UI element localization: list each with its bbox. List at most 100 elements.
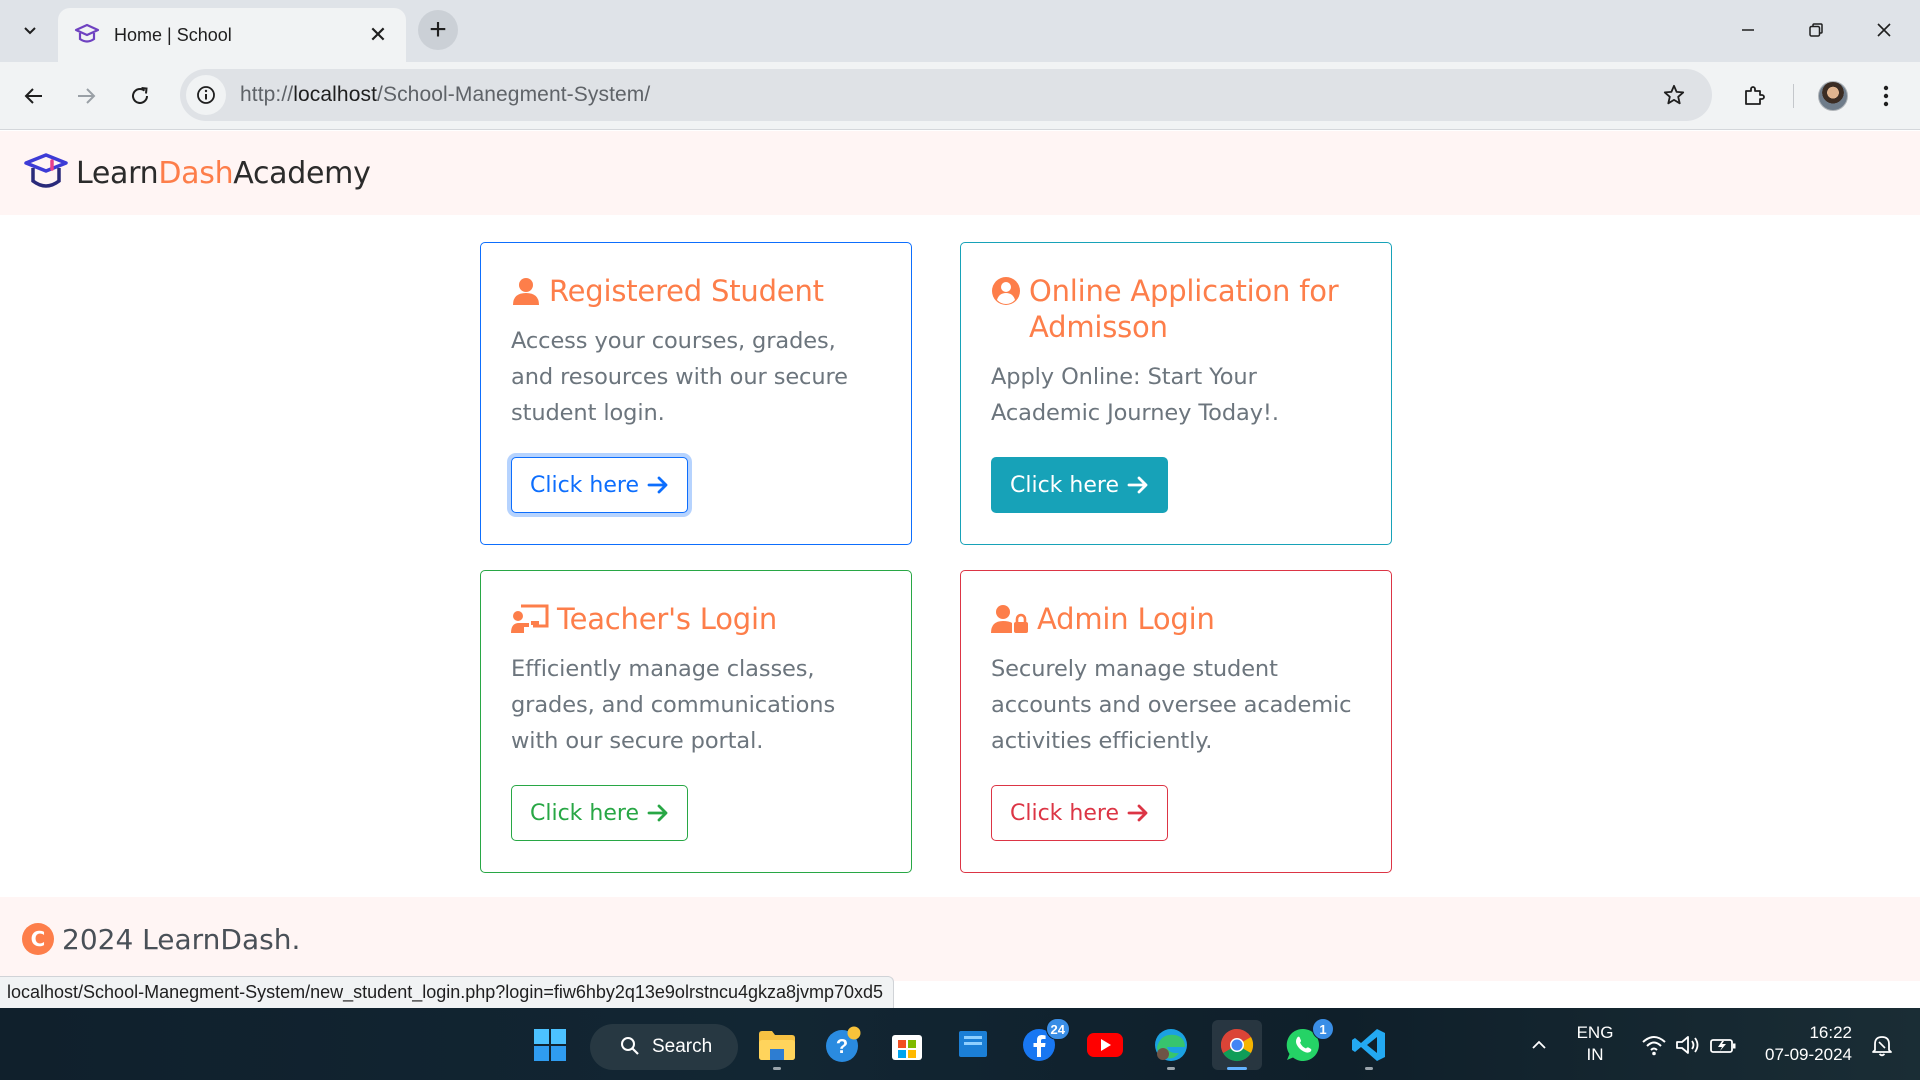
- copyright-icon: C: [22, 923, 54, 955]
- minimize-button[interactable]: [1728, 14, 1768, 46]
- graduation-cap-logo-icon[interactable]: [22, 149, 70, 197]
- back-button[interactable]: [14, 76, 54, 116]
- user-lock-icon: [991, 605, 1028, 633]
- arrow-right-icon: [647, 804, 668, 822]
- brand-name[interactable]: LearnDashAcademy: [76, 156, 371, 191]
- card-title-row: Online Application for Admisson: [991, 273, 1361, 345]
- profile-avatar[interactable]: [1818, 81, 1848, 111]
- store-icon: [892, 1035, 922, 1060]
- taskbar-notes-app[interactable]: [948, 1020, 998, 1070]
- info-icon: [197, 86, 215, 104]
- running-indicator: [773, 1067, 781, 1070]
- clock[interactable]: 16:22 07-09-2024: [1756, 1022, 1852, 1066]
- notification-bell-icon: [1872, 1036, 1892, 1057]
- taskbar-file-explorer[interactable]: [752, 1020, 802, 1070]
- chalkboard-teacher-icon: [511, 604, 549, 633]
- close-window-button[interactable]: [1864, 14, 1904, 46]
- link-status-bubble: localhost/School-Manegment-System/new_st…: [0, 976, 895, 1009]
- taskbar-microsoft-store[interactable]: [882, 1020, 932, 1070]
- taskbar-whatsapp[interactable]: 1: [1278, 1018, 1334, 1070]
- youtube-icon: [1087, 1033, 1123, 1057]
- online-application-click-button[interactable]: Click here: [991, 457, 1168, 513]
- button-label: Click here: [1010, 800, 1119, 826]
- taskbar-vscode[interactable]: [1344, 1020, 1394, 1070]
- windows-logo-icon: [534, 1029, 566, 1061]
- card-description: Apply Online: Start Your Academic Journe…: [991, 364, 1279, 426]
- card-description: Access your courses, grades, and resourc…: [511, 328, 848, 426]
- card-description: Securely manage student accounts and ove…: [991, 656, 1352, 754]
- taskbar-search[interactable]: Search: [590, 1024, 738, 1070]
- bookmark-button[interactable]: [1654, 75, 1694, 115]
- taskbar-youtube[interactable]: [1080, 1020, 1130, 1070]
- extensions-button[interactable]: [1734, 76, 1774, 116]
- language-indicator[interactable]: ENG IN: [1570, 1022, 1620, 1066]
- card-title: Teacher's Login: [557, 602, 778, 636]
- online-application-card: Online Application for Admisson Apply On…: [960, 242, 1392, 545]
- taskbar-facebook[interactable]: 24: [1014, 1018, 1070, 1070]
- tab-close-icon[interactable]: ✕: [366, 23, 390, 47]
- search-icon: [621, 1037, 639, 1055]
- taskbar-edge-profile[interactable]: [1146, 1020, 1196, 1070]
- address-bar[interactable]: http://localhost/School-Manegment-System…: [180, 69, 1712, 121]
- whatsapp-notification-badge: 1: [1312, 1018, 1334, 1040]
- reload-button[interactable]: [120, 76, 160, 116]
- folder-icon: [759, 1031, 795, 1060]
- card-title-row: Registered Student: [511, 273, 881, 309]
- button-label: Click here: [530, 800, 639, 826]
- restore-button[interactable]: [1796, 14, 1836, 46]
- registered-student-click-button[interactable]: Click here: [511, 457, 688, 513]
- site-info-button[interactable]: [186, 75, 226, 115]
- card-title: Registered Student: [549, 274, 824, 308]
- language-line-2: IN: [1586, 1045, 1604, 1064]
- help-icon: ?: [826, 1026, 861, 1062]
- arrow-left-icon: [24, 88, 42, 104]
- taskbar-get-help[interactable]: ?: [818, 1020, 868, 1070]
- button-label: Click here: [530, 472, 639, 498]
- start-button[interactable]: [525, 1020, 575, 1070]
- registered-student-card: Registered Student Access your courses, …: [480, 242, 912, 545]
- url-scheme: http://: [240, 83, 294, 106]
- notifications-button[interactable]: [1862, 1020, 1902, 1070]
- url-host: localhost: [293, 83, 378, 106]
- site-header: LearnDashAcademy: [0, 131, 1920, 215]
- admin-login-click-button[interactable]: Click here: [991, 785, 1168, 841]
- site-footer: C 2024 LearnDash.: [0, 897, 1920, 981]
- volume-icon: [1676, 1036, 1699, 1054]
- browser-tab-active[interactable]: Home | School ✕: [58, 8, 406, 62]
- clock-date: 07-09-2024: [1765, 1045, 1852, 1064]
- admin-login-card: Admin Login Securely manage student acco…: [960, 570, 1392, 873]
- active-indicator: [1227, 1067, 1247, 1070]
- new-tab-button[interactable]: +: [418, 10, 458, 50]
- card-title: Online Application for Admisson: [1029, 274, 1339, 344]
- tab-title: Home | School: [114, 24, 232, 45]
- brand-part-academy: Academy: [233, 155, 371, 191]
- clock-time: 16:22: [1809, 1023, 1852, 1042]
- quick-settings-button[interactable]: [1624, 1020, 1754, 1070]
- windows-taskbar: Search ? 24 1 ENG IN 16:22 07-09-2024: [0, 1008, 1920, 1080]
- brand-part-learn: Learn: [76, 155, 159, 191]
- chrome-icon: [1220, 1029, 1254, 1062]
- arrow-right-icon: [78, 88, 96, 104]
- reload-icon: [132, 87, 148, 104]
- running-indicator: [1167, 1067, 1175, 1070]
- running-indicator: [1365, 1067, 1373, 1070]
- card-title-row: Admin Login: [991, 601, 1361, 637]
- tab-search-button[interactable]: [12, 12, 48, 48]
- browser-menu-button[interactable]: [1868, 76, 1904, 116]
- star-icon: [1663, 84, 1685, 105]
- chevron-up-icon: [1532, 1040, 1546, 1049]
- search-label: Search: [652, 1036, 713, 1057]
- card-description: Efficiently manage classes, grades, and …: [511, 656, 836, 754]
- taskbar-chrome[interactable]: [1212, 1020, 1262, 1070]
- minimize-icon: [1742, 29, 1754, 31]
- restore-icon: [1809, 23, 1823, 37]
- toolbar-divider: [1793, 84, 1794, 108]
- tray-overflow-button[interactable]: [1514, 1020, 1564, 1070]
- graduation-cap-icon: [74, 23, 100, 43]
- teacher-login-click-button[interactable]: Click here: [511, 785, 688, 841]
- brand-part-dash: Dash: [158, 155, 234, 191]
- forward-button[interactable]: [66, 76, 106, 116]
- url-text[interactable]: http://localhost/School-Manegment-System…: [240, 83, 1654, 107]
- card-title-row: Teacher's Login: [511, 601, 881, 637]
- browser-tab-bar: Home | School ✕ +: [0, 0, 1920, 62]
